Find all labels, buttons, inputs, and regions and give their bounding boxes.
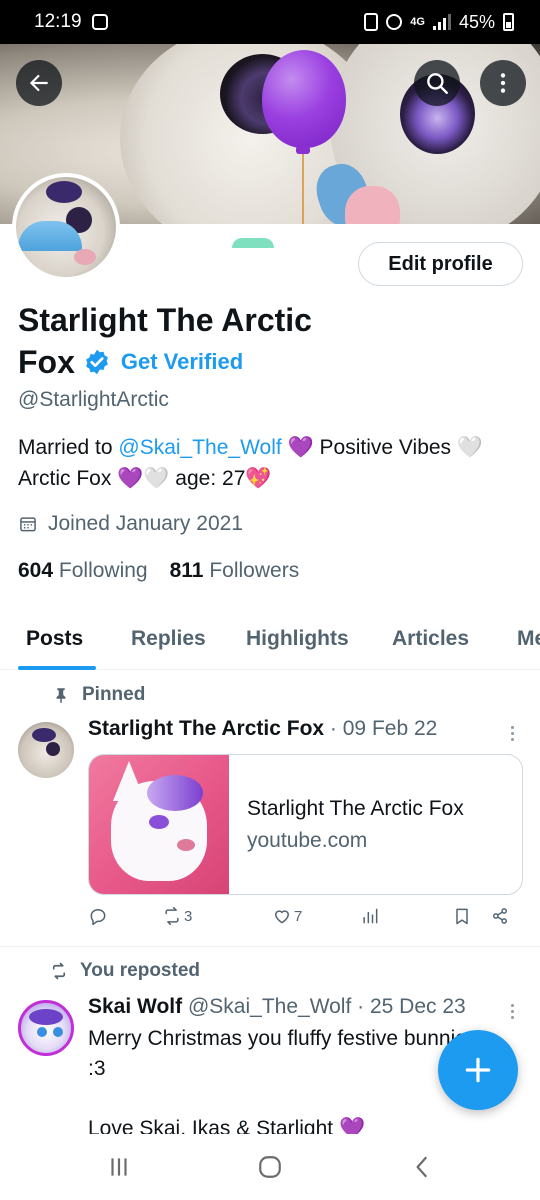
battery-percent: 45%	[458, 11, 495, 32]
back-button[interactable]	[16, 60, 62, 106]
joined-date: Joined January 2021	[18, 512, 243, 536]
link-card[interactable]: Starlight The Arctic Fox youtube.com	[88, 754, 523, 895]
bookmark-button[interactable]	[452, 906, 472, 926]
like-button[interactable]: 7	[272, 906, 302, 926]
post-more-button[interactable]	[502, 723, 522, 743]
active-tab-indicator	[18, 666, 96, 670]
more-vertical-icon	[500, 73, 506, 93]
bio-line-2: Arctic Fox 💜🤍 age: 27💖	[18, 467, 272, 490]
get-verified-link[interactable]: Get Verified	[121, 349, 243, 375]
bio-text: Married to	[18, 436, 119, 459]
followers-link[interactable]: 811 Followers	[170, 559, 300, 583]
battery-icon	[503, 13, 514, 31]
back-arrow-icon	[29, 74, 48, 92]
verified-badge-icon[interactable]	[83, 348, 111, 376]
system-nav-bar	[0, 1134, 540, 1200]
post-author-avatar[interactable]	[18, 722, 74, 778]
tab-articles[interactable]: Articles	[392, 608, 469, 669]
alarm-icon	[386, 14, 403, 30]
share-icon	[493, 908, 507, 924]
following-label: Following	[58, 559, 148, 582]
bookmark-icon	[456, 908, 468, 925]
home-button[interactable]	[255, 1152, 285, 1182]
compose-button[interactable]	[438, 1030, 518, 1110]
share-button[interactable]	[490, 906, 510, 926]
repost-context: You reposted	[50, 960, 200, 982]
pinned-label: Pinned	[82, 684, 146, 705]
repost-icon	[165, 906, 179, 926]
repost-icon	[52, 962, 66, 980]
balloon-icon	[262, 50, 346, 148]
compose-plus-icon	[465, 1057, 491, 1083]
bio-mention-link[interactable]: @Skai_The_Wolf	[118, 436, 281, 459]
repost-button[interactable]: 3	[162, 906, 192, 926]
views-button[interactable]	[360, 906, 380, 926]
instagram-notification-icon	[91, 14, 108, 30]
network-type: 4G	[410, 16, 425, 28]
profile-handle: @StarlightArctic	[18, 388, 169, 411]
home-icon	[259, 1156, 281, 1178]
pin-icon	[56, 688, 66, 704]
follow-counts: 604 Following 811 Followers	[18, 559, 299, 583]
spaces-indicator	[232, 238, 274, 248]
back-nav-icon	[416, 1156, 428, 1178]
repost-author-name[interactable]: Skai Wolf	[88, 995, 182, 1018]
status-bar: 12:19 4G 45%	[0, 0, 540, 44]
profile-avatar[interactable]	[12, 173, 120, 281]
post-divider	[0, 946, 540, 947]
post-author-avatar[interactable]	[18, 1000, 74, 1056]
bio-text-rest: 💜 Positive Vibes 🤍	[281, 436, 484, 459]
sim-icon	[364, 13, 379, 31]
edit-profile-button[interactable]: Edit profile	[358, 242, 523, 286]
reply-icon	[90, 909, 106, 926]
following-link[interactable]: 604 Following	[18, 559, 148, 583]
card-thumbnail	[89, 755, 229, 894]
pinned-post-header: Starlight The Arctic Fox · 09 Feb 22	[88, 717, 437, 741]
display-name-end: Fox	[18, 344, 75, 380]
repost-count: 3	[184, 907, 193, 925]
profile-bio: Married to @Skai_The_Wolf 💜 Positive Vib…	[18, 432, 528, 494]
tab-replies[interactable]: Replies	[131, 608, 206, 669]
tab-posts[interactable]: Posts	[26, 608, 83, 669]
display-name: Starlight The Arctic	[18, 302, 312, 338]
calendar-icon	[20, 517, 36, 532]
repost-label: You reposted	[80, 960, 200, 981]
following-count: 604	[18, 559, 54, 582]
card-title: Starlight The Arctic Fox	[247, 797, 464, 820]
card-domain: youtube.com	[247, 829, 368, 852]
post-more-button[interactable]	[502, 1001, 522, 1021]
reply-button[interactable]	[88, 906, 108, 926]
followers-count: 811	[169, 559, 204, 582]
tab-highlights[interactable]: Highlights	[246, 608, 349, 669]
recents-icon	[111, 1158, 127, 1176]
repost-meta: @Skai_The_Wolf · 25 Dec 23	[182, 995, 466, 1018]
search-icon	[427, 73, 448, 94]
views-icon	[363, 908, 378, 924]
like-icon	[275, 910, 289, 924]
display-name-line2: Fox Get Verified	[18, 342, 243, 382]
more-button[interactable]	[480, 60, 526, 106]
post-actions: 3 7	[88, 906, 528, 936]
signal-icon	[432, 14, 451, 30]
system-back-button[interactable]	[408, 1152, 438, 1182]
followers-label: Followers	[209, 559, 300, 582]
search-button[interactable]	[414, 60, 460, 106]
repost-header: Skai Wolf @Skai_The_Wolf · 25 Dec 23	[88, 995, 466, 1019]
post-meta: · 09 Feb 22	[324, 717, 438, 740]
recents-button[interactable]	[104, 1152, 134, 1182]
pinned-context: Pinned	[52, 684, 145, 706]
post-author-name[interactable]: Starlight The Arctic Fox	[88, 717, 324, 740]
joined-text: Joined January 2021	[48, 512, 243, 535]
tab-media[interactable]: Media	[517, 608, 540, 669]
like-count: 7	[294, 907, 303, 925]
status-time: 12:19	[34, 11, 82, 32]
profile-tabs: Posts Replies Highlights Articles Media	[0, 608, 540, 670]
